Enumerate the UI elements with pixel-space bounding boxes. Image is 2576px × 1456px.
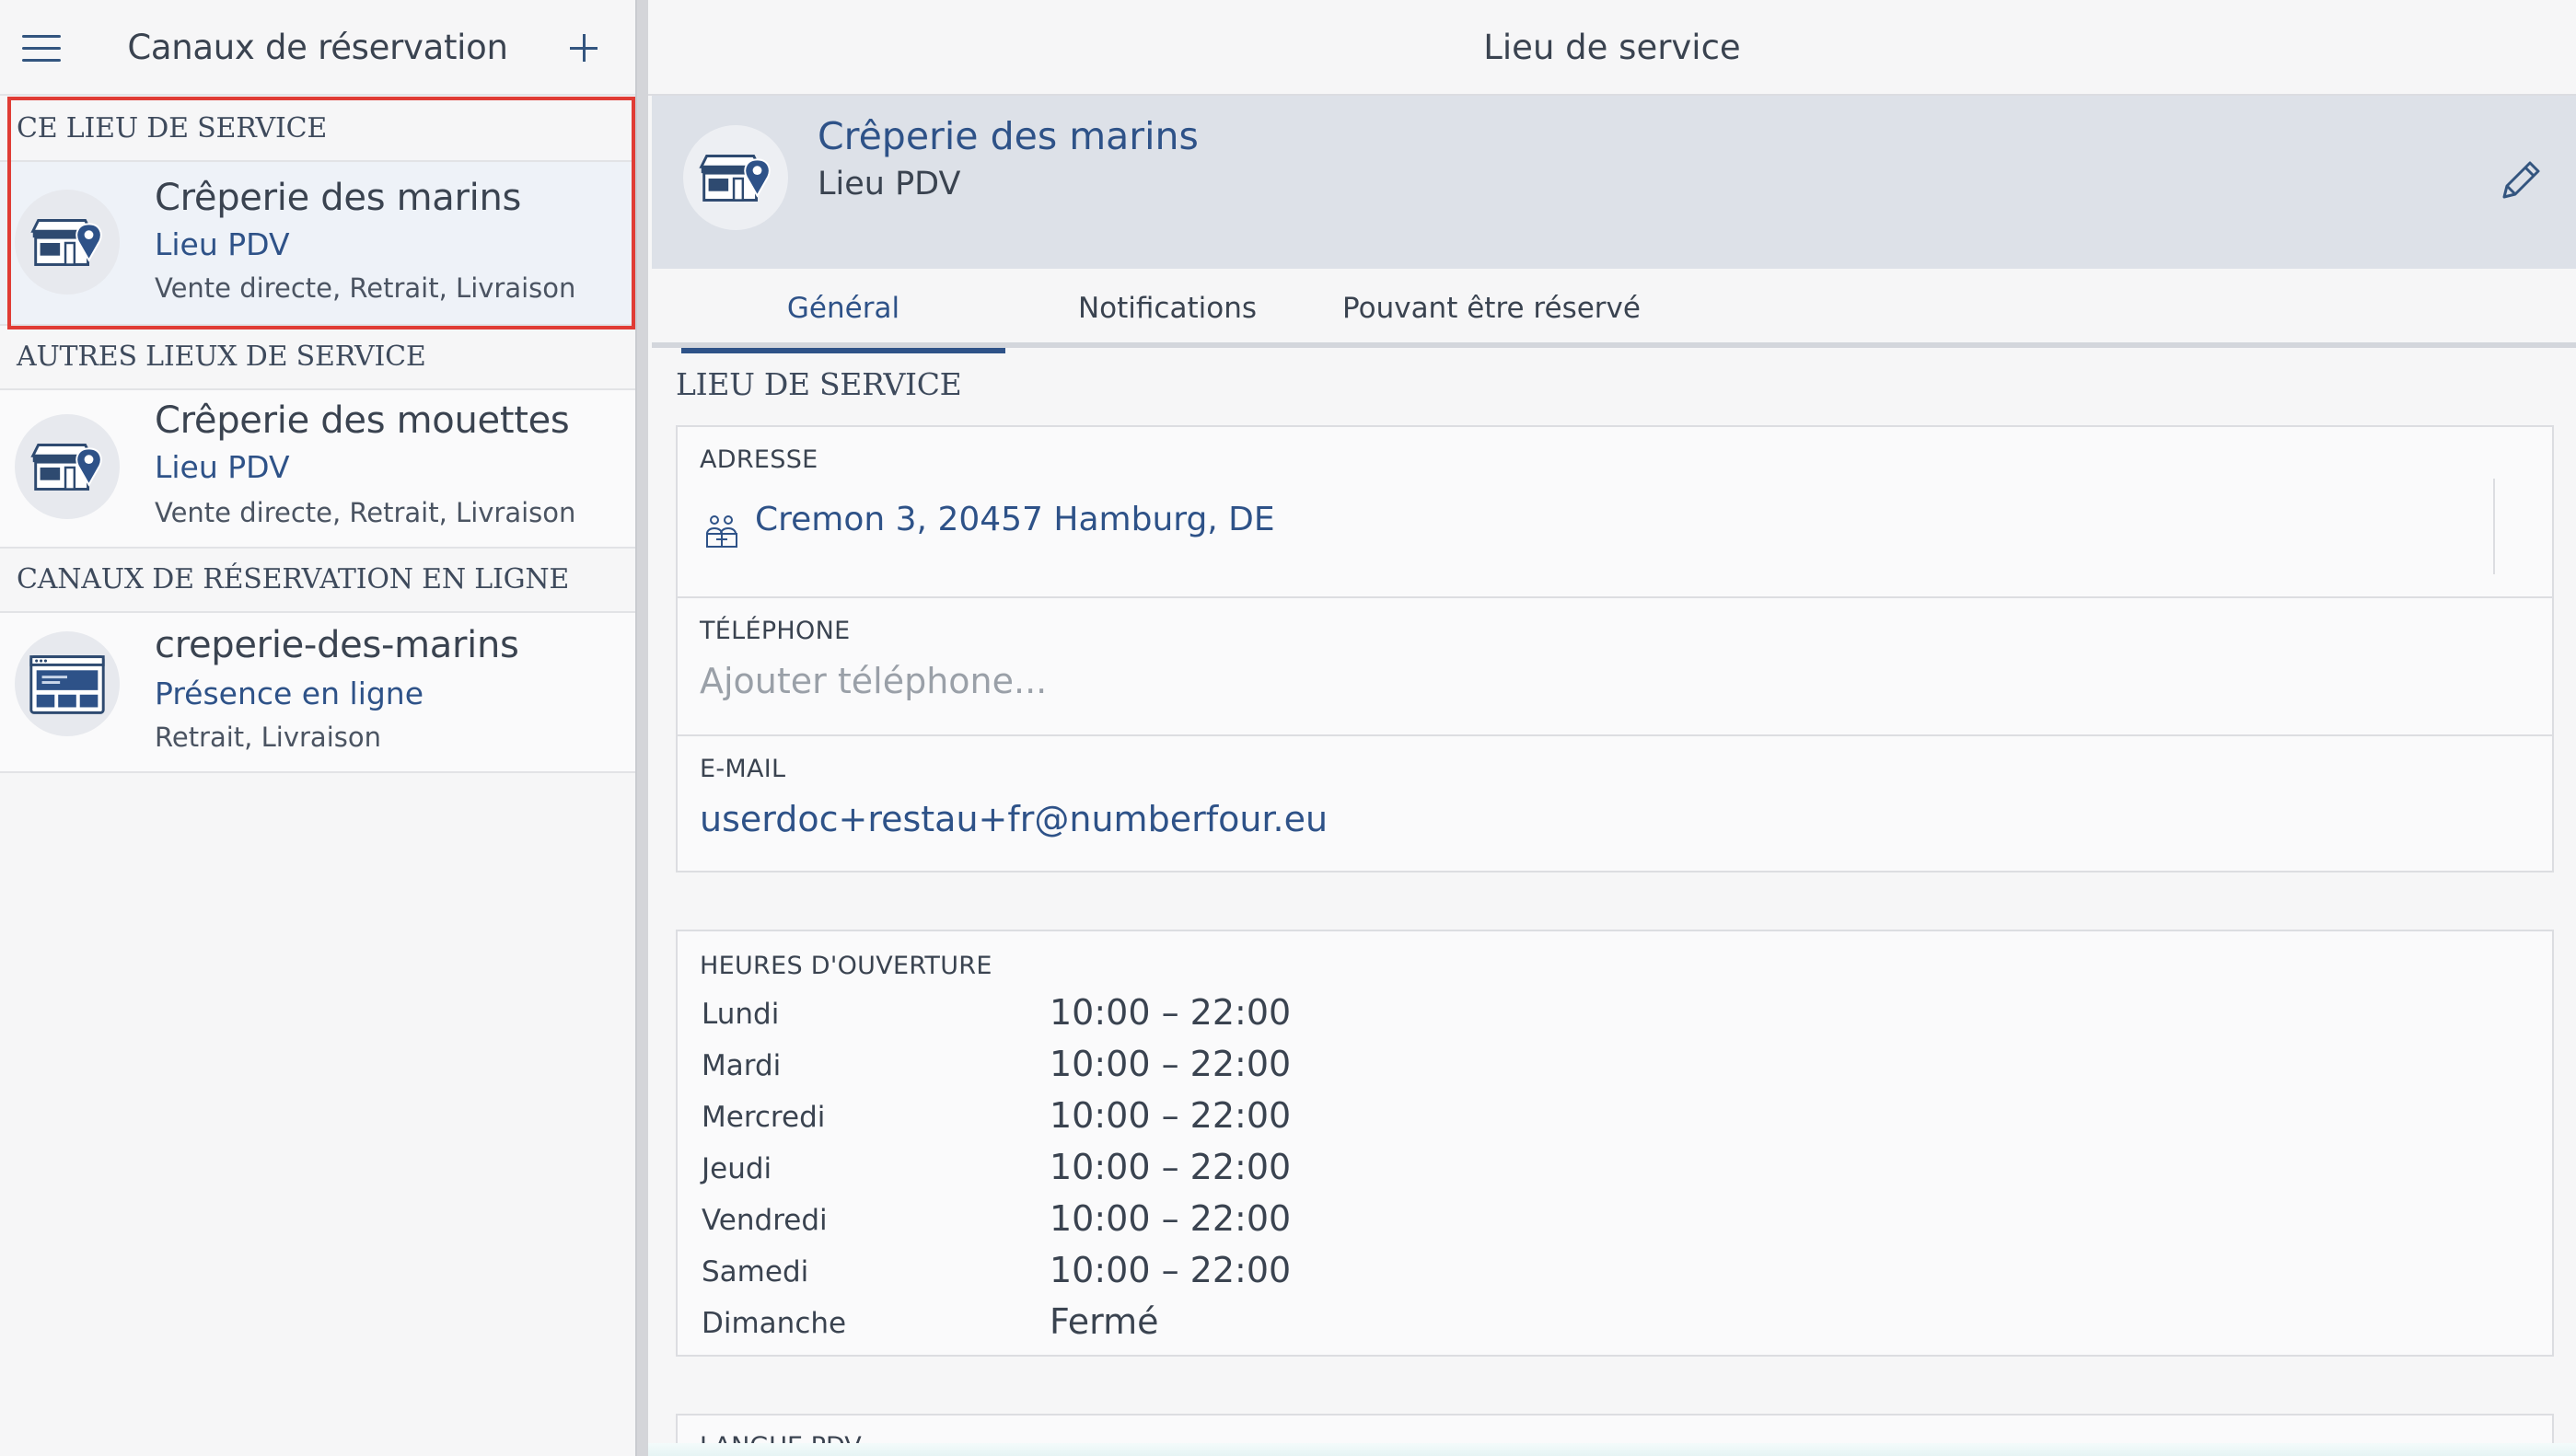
- hours-day: Samedi: [702, 1255, 809, 1288]
- panel-splitter[interactable]: [635, 0, 648, 1456]
- web-page-icon: [15, 631, 120, 736]
- phone-placeholder: Ajouter téléphone...: [700, 661, 1048, 701]
- bottom-edge: [648, 1443, 2576, 1456]
- tab-notifications[interactable]: Notifications: [1005, 269, 1329, 348]
- right-panel-title: Lieu de service: [1483, 28, 1741, 67]
- item-type: Lieu PDV: [155, 449, 290, 485]
- address-people-icon: [706, 515, 737, 548]
- item-type: Lieu PDV: [155, 226, 290, 262]
- right-panel-header: Lieu de service: [648, 0, 2576, 96]
- hours-time: 10:00 – 22:00: [1050, 1147, 1292, 1187]
- opening-hours-card[interactable]: HEURES D'OUVERTURE Lundi 10:00 – 22:00 M…: [676, 930, 2554, 1357]
- location-name: Crêperie des marins: [818, 114, 1199, 158]
- address-divider: [2493, 479, 2495, 574]
- hours-row: Mercredi 10:00 – 22:00: [678, 1093, 2552, 1145]
- hours-day: Lundi: [702, 998, 780, 1031]
- edit-pencil-icon[interactable]: [2495, 155, 2547, 206]
- hours-time: 10:00 – 22:00: [1050, 1250, 1292, 1290]
- contact-card: ADRESSE Cremon 3, 20457 Hamburg, DE TÉLÉ…: [676, 425, 2554, 872]
- hours-time: Fermé: [1050, 1301, 1159, 1342]
- item-title: Crêperie des marins: [155, 177, 522, 219]
- store-location-icon: [683, 125, 788, 230]
- section-header-this-location: CE LIEU DE SERVICE: [0, 98, 635, 162]
- item-channels: Vente directe, Retrait, Livraison: [155, 272, 576, 304]
- item-type: Présence en ligne: [155, 676, 424, 711]
- hours-row: Lundi 10:00 – 22:00: [678, 990, 2552, 1042]
- email-value: userdoc+restau+fr@numberfour.eu: [700, 799, 1329, 839]
- item-title: creperie-des-marins: [155, 624, 519, 666]
- tab-general[interactable]: Général: [681, 269, 1005, 353]
- hours-time: 10:00 – 22:00: [1050, 1198, 1292, 1239]
- store-location-icon: [15, 190, 120, 295]
- section-header-other-locations: AUTRES LIEUX DE SERVICE: [0, 326, 635, 390]
- phone-field[interactable]: TÉLÉPHONE Ajouter téléphone...: [678, 598, 2552, 736]
- hours-row: Dimanche Fermé: [678, 1300, 2552, 1351]
- hours-row: Samedi 10:00 – 22:00: [678, 1248, 2552, 1300]
- tab-bar: Général Notifications Pouvant être réser…: [652, 269, 2576, 353]
- section-title: LIEU DE SERVICE: [676, 366, 962, 402]
- hours-day: Mardi: [702, 1049, 782, 1082]
- opening-hours-label: HEURES D'OUVERTURE: [700, 952, 992, 980]
- email-field[interactable]: E-MAIL userdoc+restau+fr@numberfour.eu: [678, 736, 2552, 871]
- address-label: ADRESSE: [700, 445, 818, 474]
- hours-day: Mercredi: [702, 1101, 826, 1134]
- left-panel-title: Canaux de réservation: [127, 28, 508, 67]
- hours-row: Mardi 10:00 – 22:00: [678, 1042, 2552, 1093]
- hours-row: Vendredi 10:00 – 22:00: [678, 1196, 2552, 1248]
- item-channels: Vente directe, Retrait, Livraison: [155, 497, 576, 528]
- store-location-icon: [15, 414, 120, 519]
- address-field[interactable]: ADRESSE Cremon 3, 20457 Hamburg, DE: [678, 427, 2552, 598]
- add-channel-button[interactable]: [567, 29, 604, 66]
- tab-bookable[interactable]: Pouvant être réservé: [1329, 269, 1654, 348]
- booking-channels-panel: Canaux de réservation CE LIEU DE SERVICE…: [0, 0, 635, 1456]
- email-label: E-MAIL: [700, 755, 786, 783]
- list-item-creperie-des-marins[interactable]: Crêperie des marins Lieu PDV Vente direc…: [0, 162, 635, 326]
- item-channels: Retrait, Livraison: [155, 722, 381, 753]
- left-panel-header: Canaux de réservation: [0, 0, 635, 96]
- hours-day: Vendredi: [702, 1204, 828, 1237]
- address-value: Cremon 3, 20457 Hamburg, DE: [755, 501, 1275, 538]
- location-hero: Crêperie des marins Lieu PDV: [652, 96, 2576, 269]
- list-item-creperie-des-mouettes[interactable]: Crêperie des mouettes Lieu PDV Vente dir…: [0, 390, 635, 549]
- phone-label: TÉLÉPHONE: [700, 617, 851, 645]
- list-item-creperie-des-marins-online[interactable]: creperie-des-marins Présence en ligne Re…: [0, 613, 635, 773]
- hours-time: 10:00 – 22:00: [1050, 1095, 1292, 1136]
- hours-time: 10:00 – 22:00: [1050, 1044, 1292, 1084]
- section-header-online-channels: CANAUX DE RÉSERVATION EN LIGNE: [0, 549, 635, 613]
- service-location-panel: Lieu de service Crêperie des marins Lieu…: [648, 0, 2576, 1456]
- hours-time: 10:00 – 22:00: [1050, 992, 1292, 1033]
- item-title: Crêperie des mouettes: [155, 399, 570, 442]
- hours-row: Jeudi 10:00 – 22:00: [678, 1145, 2552, 1196]
- hours-day: Jeudi: [702, 1152, 772, 1185]
- location-type: Lieu PDV: [818, 166, 961, 202]
- hours-day: Dimanche: [702, 1307, 847, 1340]
